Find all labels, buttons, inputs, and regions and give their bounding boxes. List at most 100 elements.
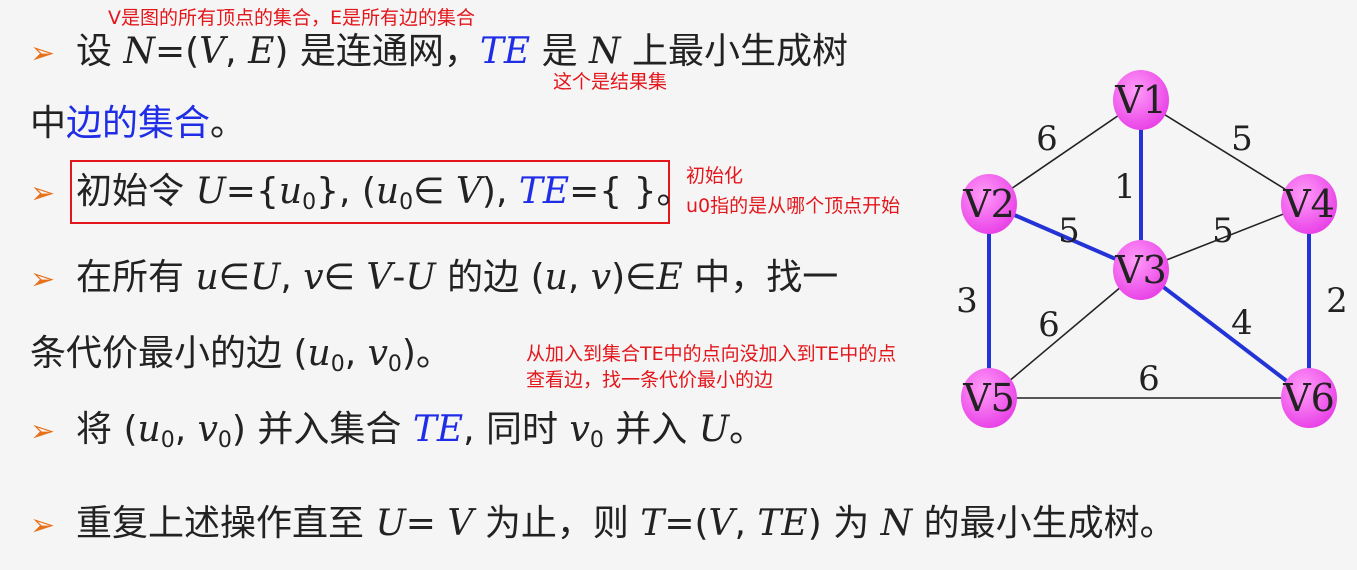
text: ∈ <box>218 257 250 298</box>
bullet-line-3: ➢ 初始令 U={u0}, (u0∈ V), TE={ }。 <box>30 168 693 227</box>
text: , <box>280 257 304 298</box>
edge-weight-label: 4 <box>1231 303 1253 343</box>
graph-node-v4: V4 <box>1281 174 1337 234</box>
text: 初始令 <box>76 171 196 212</box>
bullet-arrow-icon: ➢ <box>30 508 56 543</box>
text: ={ <box>225 171 279 212</box>
symbol-e: E <box>656 257 683 298</box>
symbol-te: TE <box>757 503 808 544</box>
symbol-v: V <box>708 503 735 544</box>
note-initialize: 初始化 <box>686 165 744 187</box>
text: 的最小生成树。 <box>912 503 1176 544</box>
edge-weight-label: 5 <box>1231 119 1253 159</box>
symbol-u: u <box>544 257 568 298</box>
text: , 同时 <box>463 409 570 450</box>
symbol-u: U <box>195 171 226 212</box>
text: , <box>567 257 591 298</box>
node-label: V4 <box>1282 182 1335 226</box>
bullet-line-1: ➢ 设 N=(V, E) 是连通网，TE 是 N 上最小生成树 <box>30 28 848 78</box>
symbol-u0: u <box>375 171 400 212</box>
symbol-v: v <box>303 257 324 298</box>
edge-weight-label: 6 <box>1036 119 1058 159</box>
text: ) 并入集合 <box>231 409 413 450</box>
bullet-line-7: ➢ 重复上述操作直至 U= V 为止，则 T=(V, TE) 为 N 的最小生成树… <box>30 500 1176 550</box>
text: }, ( <box>316 171 376 212</box>
highlight-edge-set: 边的集合 <box>66 103 211 144</box>
spanning-tree-graph: 6 515 53 26 46 V1V2V3V4V5 V6 <box>956 70 1348 428</box>
edge-weight-label: 2 <box>1326 281 1348 321</box>
symbol-v: V <box>455 171 482 212</box>
note-vertex-edge-sets: V是图的所有顶点的集合，E是所有边的集合 <box>108 7 476 29</box>
symbol-te: TE <box>412 409 464 450</box>
subscript: 0 <box>302 190 317 215</box>
text: 重复上述操作直至 <box>76 503 376 544</box>
symbol-u0: u <box>137 409 161 450</box>
text: 中，找一 <box>682 257 839 298</box>
text: ) 为 <box>807 503 881 544</box>
graph-node-v5: V5 <box>961 368 1017 428</box>
symbol-u0: u <box>278 171 303 212</box>
note-search-edge-2: 查看边，找一条代价最小的边 <box>526 369 774 391</box>
text: 在所有 <box>76 257 196 298</box>
subscript: 0 <box>217 428 232 453</box>
symbol-n: N <box>880 503 913 544</box>
text: 条代价最小的边 ( <box>30 333 308 374</box>
symbol-te: TE <box>518 171 570 212</box>
edge-weight-label: 3 <box>956 281 978 321</box>
text: - <box>392 257 406 298</box>
text: 中 <box>30 103 67 144</box>
text: =( <box>154 31 200 72</box>
bullet-arrow-icon: ➢ <box>30 176 56 211</box>
symbol-u: U <box>405 257 436 298</box>
subscript: 0 <box>589 428 604 453</box>
symbol-n: N <box>123 31 155 72</box>
text: 为止，则 <box>473 503 641 544</box>
bullet-line-6: ➢ 将 (u0, v0) 并入集合 TE, 同时 v0 并入 U。 <box>30 406 765 465</box>
bullet-arrow-icon: ➢ <box>30 36 56 71</box>
text: 。 <box>729 409 766 450</box>
symbol-v: V <box>366 257 393 298</box>
subscript: 0 <box>387 352 402 377</box>
symbol-v0: v <box>197 409 218 450</box>
node-label: V6 <box>1282 376 1335 420</box>
text: 上最小生成树 <box>620 31 848 72</box>
symbol-t: T <box>640 503 665 544</box>
symbol-u0: u <box>307 333 331 374</box>
node-label: V3 <box>1114 248 1167 292</box>
text: ) 是连通网， <box>274 31 480 72</box>
edge-weight-label: 5 <box>1212 211 1234 251</box>
edge-weight-label: 6 <box>1038 305 1060 345</box>
text: , <box>225 31 249 72</box>
text: = <box>405 503 448 544</box>
text: , <box>174 409 198 450</box>
bullet-line-4: ➢ 在所有 u∈U, v∈ V-U 的边 (u, v)∈E 中，找一 <box>30 254 838 304</box>
symbol-u: U <box>698 409 730 450</box>
edge-weight-label: 1 <box>1114 167 1136 207</box>
subscript: 0 <box>399 190 414 215</box>
symbol-u: u <box>195 257 219 298</box>
symbol-u: U <box>250 257 281 298</box>
text: , <box>734 503 758 544</box>
note-search-edge: 从加入到集合TE中的点向没加入到TE中的点 <box>526 343 897 365</box>
text: 并入 <box>603 409 699 450</box>
text: )∈ <box>611 257 657 298</box>
text: 设 <box>76 31 124 72</box>
graph-node-v2: V2 <box>961 174 1017 234</box>
text: 。 <box>210 103 247 144</box>
text: ), <box>481 171 519 212</box>
node-label: V1 <box>1114 78 1167 122</box>
symbol-n: N <box>589 31 621 72</box>
text: , <box>344 333 368 374</box>
symbol-v: v <box>590 257 612 298</box>
text-line-5: 条代价最小的边 (u0, v0)。 <box>30 330 452 389</box>
symbol-v0: v <box>569 409 590 450</box>
edge-weight-label: 6 <box>1138 359 1160 399</box>
text: ={ }。 <box>569 171 693 212</box>
text: 的边 ( <box>435 257 545 298</box>
subscript: 0 <box>330 352 345 377</box>
symbol-e: E <box>248 31 275 72</box>
text: )。 <box>401 333 452 374</box>
node-label: V2 <box>962 182 1015 226</box>
text: =( <box>664 503 709 544</box>
text: ∈ <box>413 171 456 212</box>
